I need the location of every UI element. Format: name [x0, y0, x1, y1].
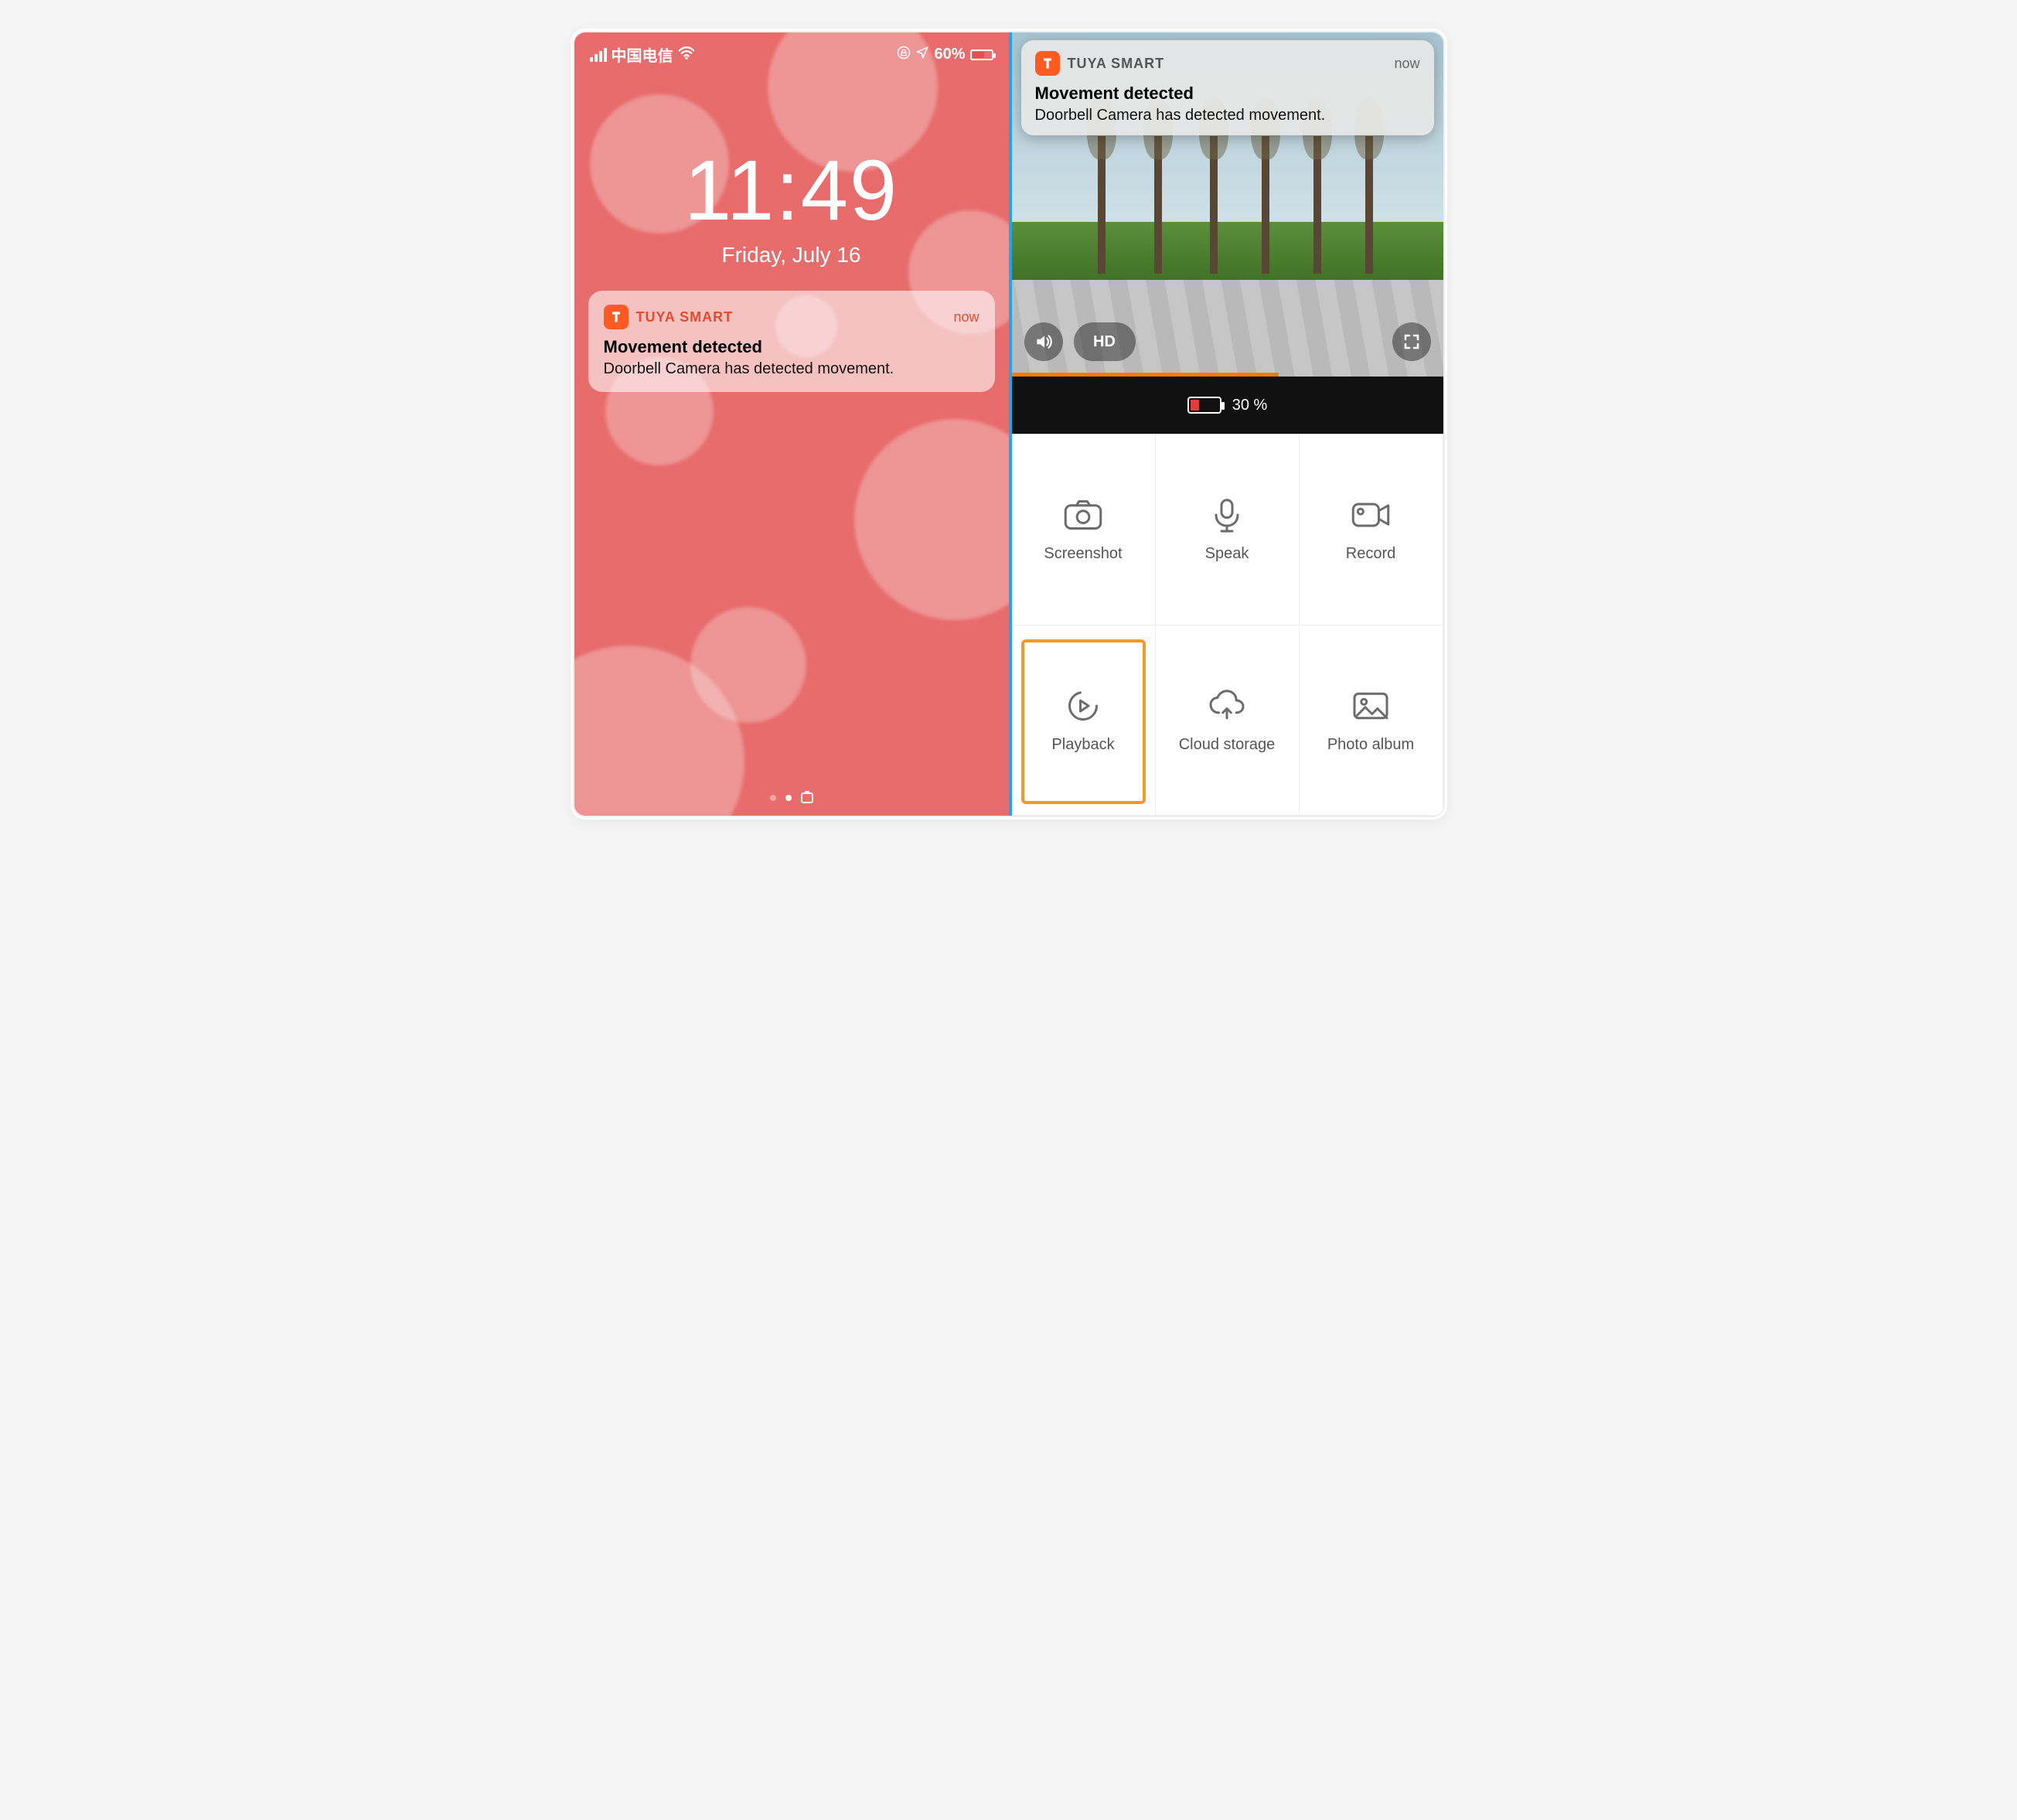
- notification-time: now: [1394, 56, 1419, 72]
- banner-notification[interactable]: TUYA SMART now Movement detected Doorbel…: [1021, 40, 1434, 135]
- location-icon: [915, 46, 929, 64]
- notification-app-name: TUYA SMART: [636, 309, 734, 325]
- tuya-app-icon: [1035, 51, 1060, 76]
- lock-screen: 中国电信 60% 11:49 Friday, July 16: [574, 32, 1009, 816]
- camera-icon[interactable]: [801, 792, 813, 803]
- device-battery-pct: 30 %: [1232, 397, 1268, 414]
- speak-button[interactable]: Speak: [1156, 435, 1300, 625]
- page-indicator: [574, 792, 1009, 803]
- quality-button[interactable]: HD: [1074, 322, 1136, 361]
- notification-app-name: TUYA SMART: [1068, 56, 1165, 72]
- mute-button[interactable]: [1024, 322, 1063, 361]
- notification-body: Doorbell Camera has detected movement.: [604, 360, 980, 378]
- device-battery-bar: 30 %: [1012, 377, 1443, 434]
- battery-pct: 60%: [934, 46, 965, 63]
- wifi-icon: [678, 46, 695, 64]
- record-button[interactable]: Record: [1300, 435, 1443, 625]
- status-bar: 中国电信 60%: [574, 32, 1009, 72]
- playback-button[interactable]: Playback: [1012, 625, 1156, 816]
- clock: 11:49 Friday, July 16: [574, 141, 1009, 268]
- action-grid: Screenshot Speak Record Playback Cloud s…: [1012, 434, 1443, 816]
- lock-notification[interactable]: TUYA SMART now Movement detected Doorbel…: [588, 291, 995, 392]
- live-video[interactable]: TUYA SMART now Movement detected Doorbel…: [1012, 32, 1443, 377]
- lock-rotation-icon: [897, 46, 911, 64]
- page-dot-active: [785, 795, 792, 801]
- tuya-app-icon: [604, 305, 629, 329]
- signal-icon: [590, 48, 607, 62]
- screenshot-button[interactable]: Screenshot: [1012, 435, 1156, 625]
- notification-title: Movement detected: [1035, 84, 1420, 104]
- fullscreen-button[interactable]: [1392, 322, 1431, 361]
- carrier-label: 中国电信: [612, 43, 673, 66]
- clock-date: Friday, July 16: [574, 243, 1009, 268]
- camera-app-screen: TUYA SMART now Movement detected Doorbel…: [1009, 32, 1443, 816]
- composite-frame: 中国电信 60% 11:49 Friday, July 16: [573, 31, 1445, 817]
- battery-icon: [970, 49, 993, 60]
- page-dot: [770, 795, 776, 801]
- battery-icon: [1187, 397, 1221, 414]
- cloud-storage-button[interactable]: Cloud storage: [1156, 625, 1300, 816]
- notification-body: Doorbell Camera has detected movement.: [1035, 107, 1420, 124]
- video-progress-bar[interactable]: [1012, 373, 1279, 377]
- notification-time: now: [953, 309, 979, 325]
- photo-album-button[interactable]: Photo album: [1300, 625, 1443, 816]
- clock-time: 11:49: [574, 141, 1009, 240]
- notification-title: Movement detected: [604, 337, 980, 357]
